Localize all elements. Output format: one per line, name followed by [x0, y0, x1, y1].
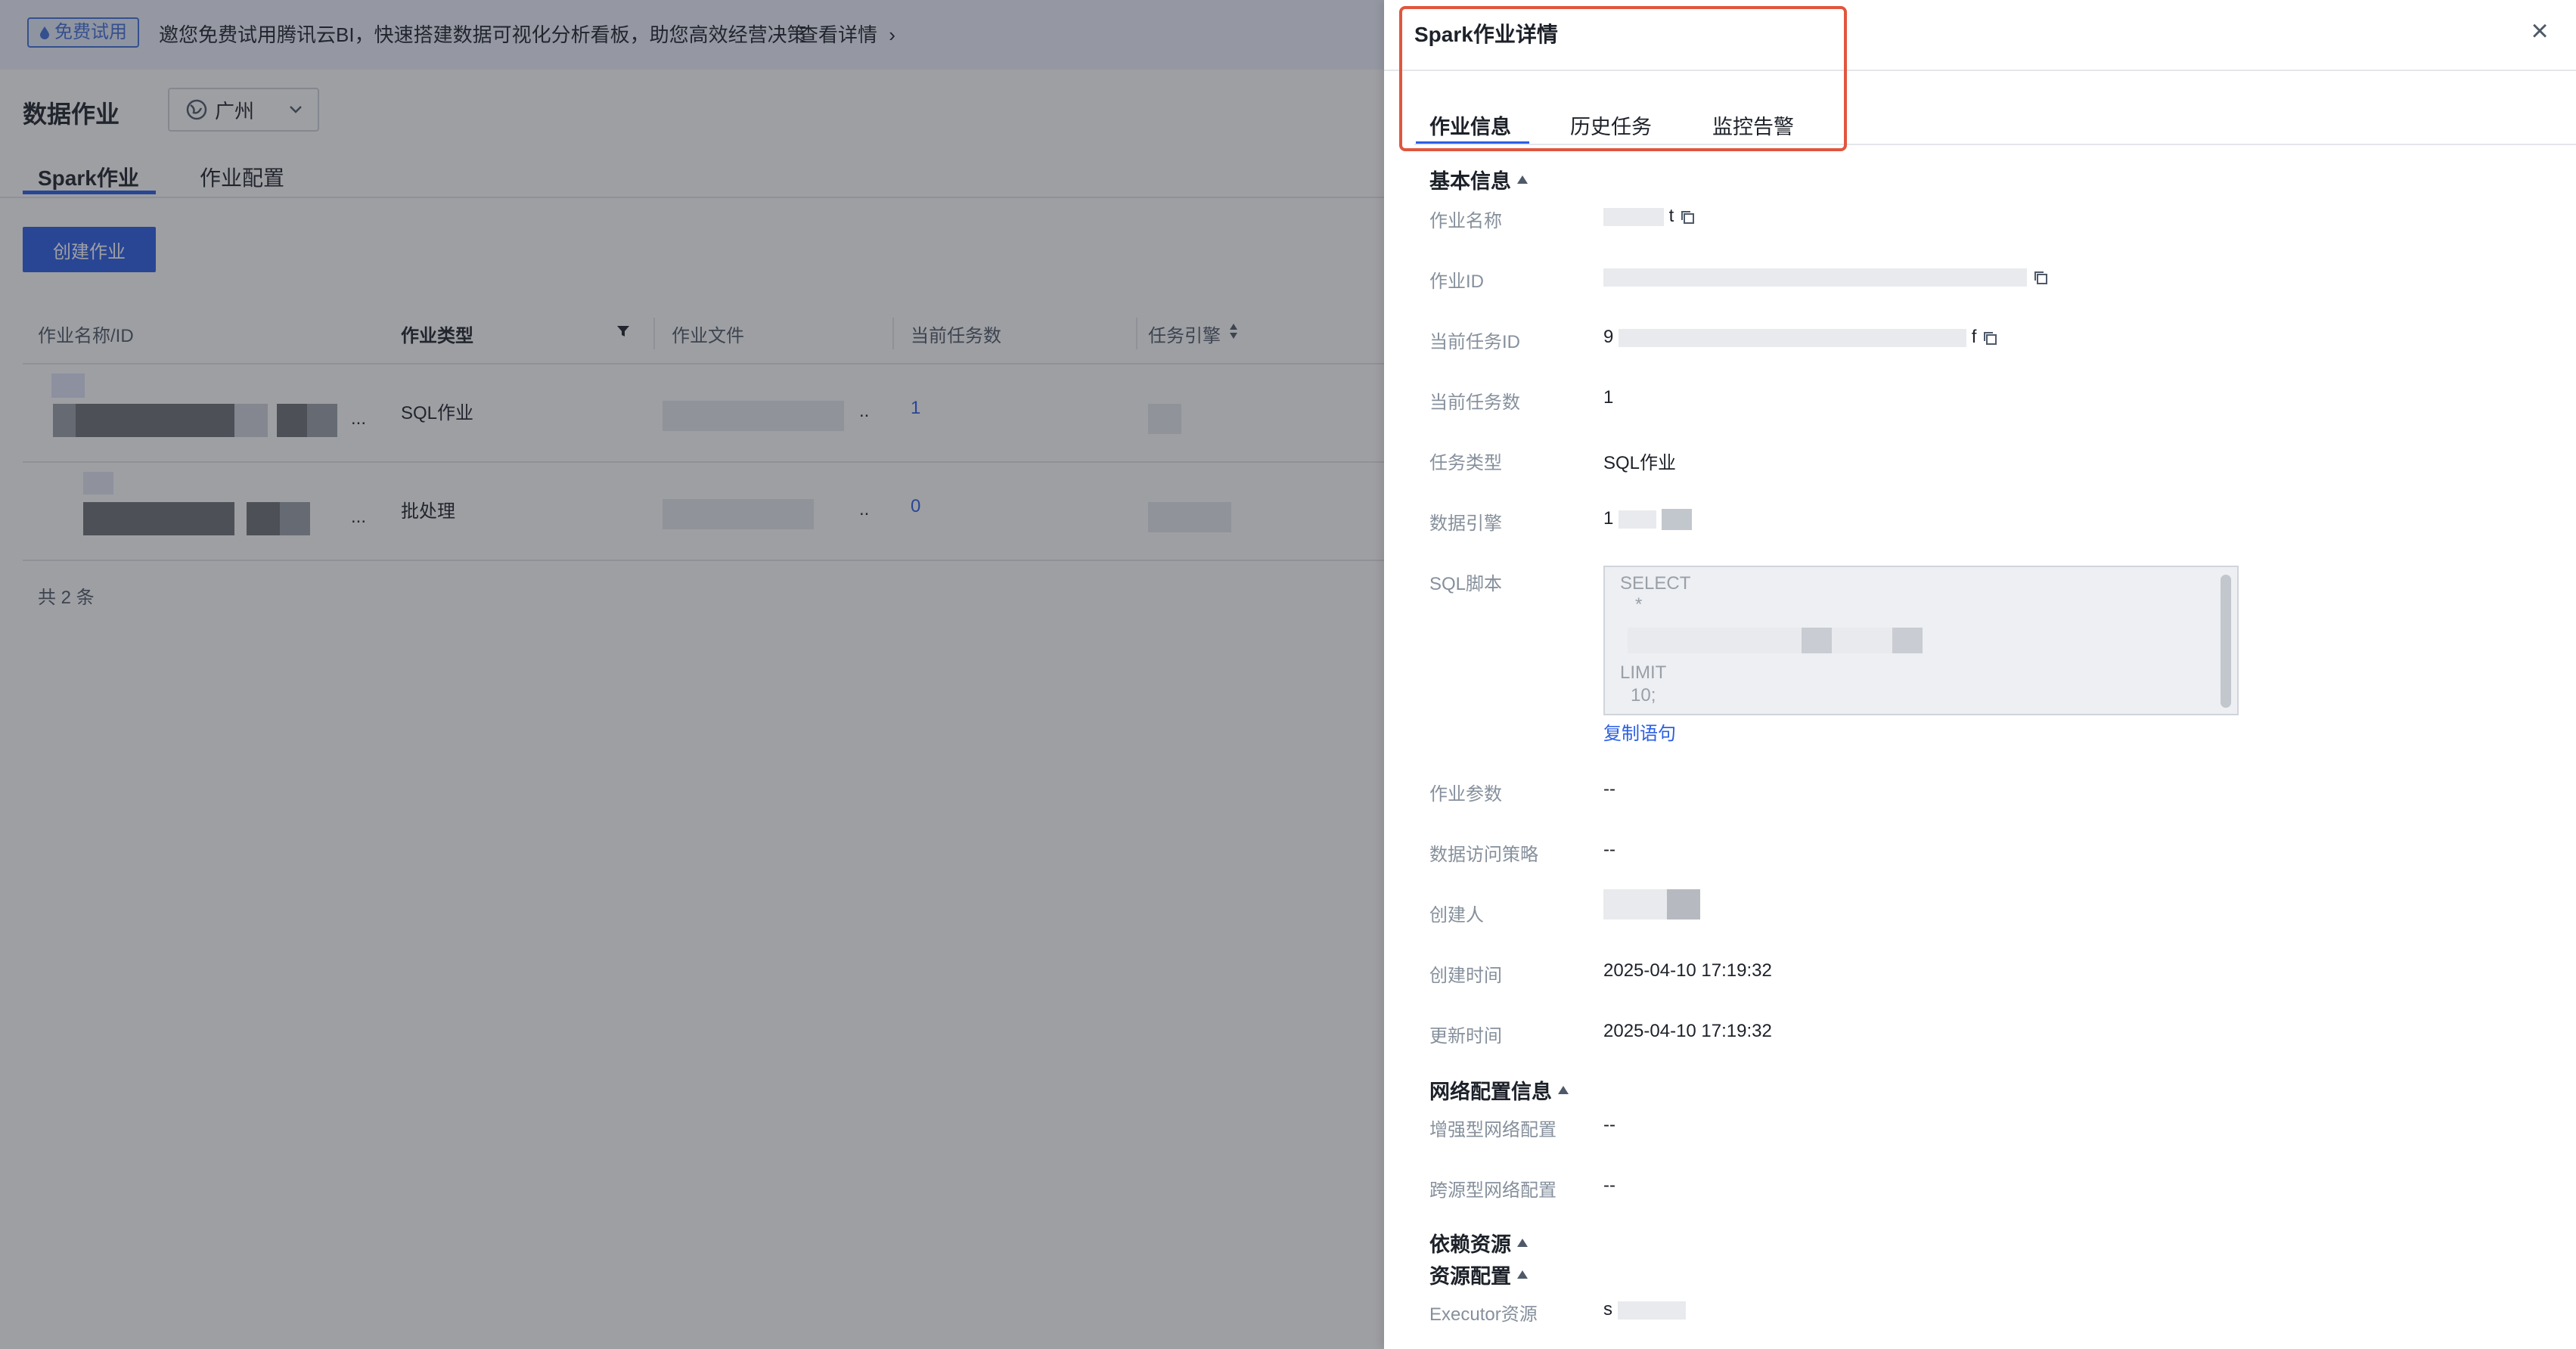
redacted-block: [1667, 889, 1700, 919]
redacted-block: [1603, 207, 1664, 226]
label-creator: 创建人: [1429, 905, 1484, 926]
section-title: 基本信息: [1429, 170, 1511, 193]
close-icon[interactable]: ×: [2525, 16, 2555, 47]
copy-icon[interactable]: [2032, 269, 2049, 286]
value-job-name: t: [1603, 206, 1696, 227]
value-executor: s: [1603, 1299, 1686, 1320]
section-basic-info[interactable]: 基本信息: [1429, 165, 1528, 194]
section-title: 依赖资源: [1429, 1233, 1511, 1256]
value-task-type: SQL作业: [1603, 453, 1677, 473]
collapse-caret-icon: [1517, 175, 1528, 184]
sql-line: LIMIT: [1620, 662, 1667, 683]
label-access-policy: 数据访问策略: [1429, 845, 1538, 865]
collapse-caret-icon: [1517, 1239, 1528, 1247]
label-task-type: 任务类型: [1429, 453, 1502, 473]
label-job-name: 作业名称: [1429, 211, 1502, 231]
task-id-suffix: f: [1971, 327, 1977, 347]
value-job-id: [1603, 266, 2049, 287]
label-executor: Executor资源: [1429, 1304, 1538, 1325]
value-job-params: --: [1603, 779, 1615, 799]
label-update-time: 更新时间: [1429, 1026, 1502, 1047]
value-access-policy: --: [1603, 839, 1615, 860]
copy-icon[interactable]: [1679, 209, 1696, 225]
sql-line: SELECT: [1620, 573, 1691, 594]
job-name-suffix: t: [1668, 206, 1674, 226]
section-network-config[interactable]: 网络配置信息: [1429, 1075, 1569, 1105]
redacted-block: [1619, 510, 1657, 529]
sql-line: *: [1635, 594, 1643, 615]
copy-statement-link[interactable]: 复制语句: [1603, 718, 1676, 745]
value-update-time: 2025-04-10 17:19:32: [1603, 1021, 1772, 1041]
value-create-time: 2025-04-10 17:19:32: [1603, 960, 1772, 981]
executor-prefix: s: [1603, 1299, 1612, 1320]
job-detail-drawer: Spark作业详情 × 作业信息 历史任务 监控告警 基本信息 作业名称 t 作…: [1384, 0, 2576, 1349]
sql-line: 10;: [1631, 685, 1656, 706]
section-title: 网络配置信息: [1429, 1081, 1552, 1103]
label-job-params: 作业参数: [1429, 784, 1502, 805]
value-enhanced-network: --: [1603, 1115, 1615, 1135]
redacted-block: [1603, 889, 1667, 919]
label-create-time: 创建时间: [1429, 966, 1502, 986]
sql-script-box[interactable]: SELECT * LIMIT 10;: [1603, 566, 2239, 715]
redacted-block: [1619, 328, 1967, 347]
task-id-prefix: 9: [1603, 327, 1614, 347]
highlight-box: [1399, 6, 1847, 151]
engine-prefix: 1: [1603, 508, 1614, 529]
label-current-task-count: 当前任务数: [1429, 392, 1520, 413]
value-current-task-id: 9 f: [1603, 327, 1998, 348]
redacted-block: [1661, 508, 1692, 530]
label-current-task-id: 当前任务ID: [1429, 332, 1520, 352]
redacted-block: [1802, 628, 1832, 653]
modal-overlay[interactable]: [0, 0, 1384, 1349]
redacted-block: [1617, 1301, 1686, 1320]
copy-icon[interactable]: [1982, 330, 1998, 346]
collapse-caret-icon: [1558, 1086, 1569, 1094]
label-sql-script: SQL脚本: [1429, 574, 1503, 594]
section-title: 资源配置: [1429, 1265, 1511, 1288]
collapse-caret-icon: [1517, 1270, 1528, 1279]
value-creator: [1603, 889, 1700, 919]
scrollbar[interactable]: [2221, 575, 2231, 708]
label-job-id: 作业ID: [1429, 271, 1484, 292]
value-current-task-count: 1: [1603, 387, 1614, 408]
redacted-block: [1628, 628, 1915, 653]
value-cross-source-network: --: [1603, 1175, 1615, 1195]
section-resource-config[interactable]: 资源配置: [1429, 1260, 1528, 1289]
label-data-engine: 数据引擎: [1429, 513, 1502, 534]
label-cross-source-network: 跨源型网络配置: [1429, 1180, 1556, 1201]
label-enhanced-network: 增强型网络配置: [1429, 1120, 1556, 1140]
section-dependency-resources[interactable]: 依赖资源: [1429, 1228, 1528, 1258]
redacted-block: [1892, 628, 1923, 653]
redacted-block: [1603, 268, 2027, 287]
value-data-engine: 1: [1603, 508, 1692, 530]
